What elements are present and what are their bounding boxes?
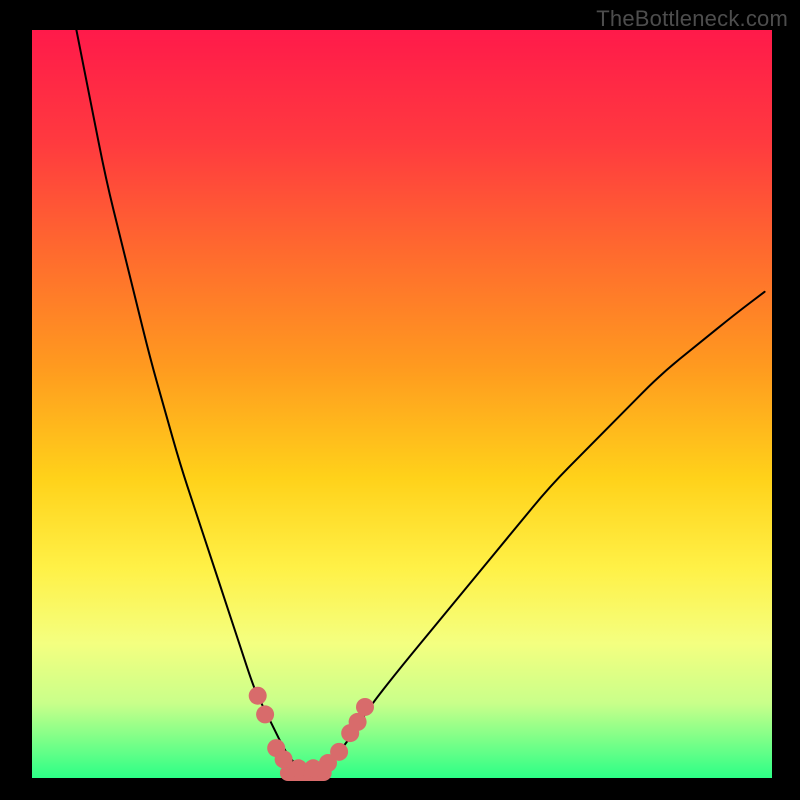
- valley-dot: [256, 705, 274, 723]
- valley-dot: [330, 743, 348, 761]
- bottleneck-chart: [0, 0, 800, 800]
- watermark-text: TheBottleneck.com: [596, 6, 788, 32]
- valley-dot: [356, 698, 374, 716]
- valley-dot: [249, 687, 267, 705]
